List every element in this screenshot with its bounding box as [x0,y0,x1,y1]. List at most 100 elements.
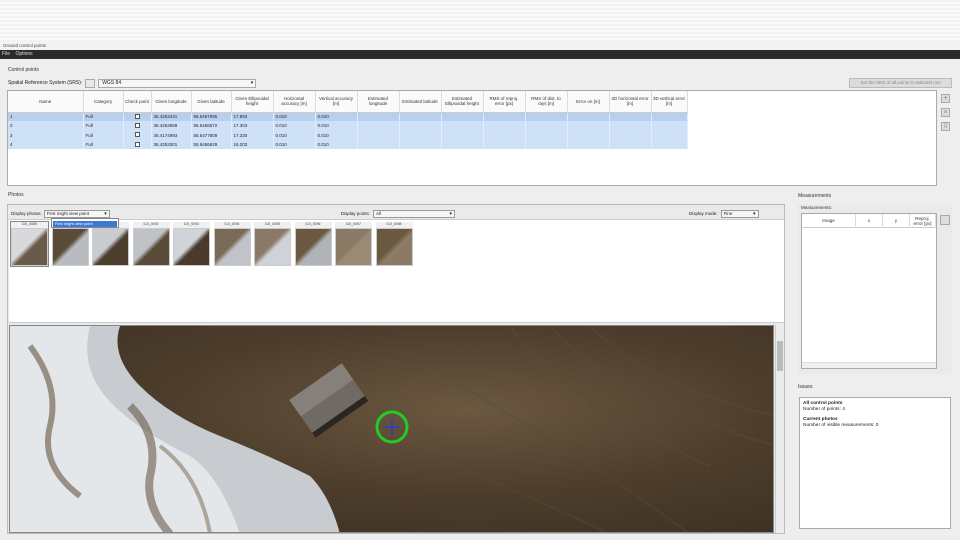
set-srs-button[interactable]: Set the SRS of all points in selected ro… [849,78,952,88]
srs-picker-button[interactable] [85,78,96,88]
cell-empty[interactable] [357,121,400,131]
table-row[interactable]: 3 Full 36.4174993 55.5477808 17.330 0.010 0.01… [8,130,688,140]
cell-empty[interactable] [441,130,484,140]
cell-hacc[interactable]: 0.010 [273,130,316,140]
photo-thumbnail[interactable]: DJI_0090 [51,222,89,266]
cell-check[interactable] [123,121,152,131]
cell-empty[interactable] [567,139,610,150]
cell-hacc[interactable]: 0.010 [273,121,316,131]
cell-name[interactable]: 1 [8,112,84,122]
checkpoint-checkbox[interactable] [134,132,140,138]
cell-check[interactable] [123,139,152,150]
cell-lon[interactable]: 36.4253301 [151,139,192,150]
cell-empty[interactable] [483,130,526,140]
cell-check[interactable] [123,130,152,140]
column-header[interactable]: Estimated latitude [399,91,442,113]
cell-lon[interactable]: 36.4253431 [151,112,192,122]
photo-thumbnail[interactable]: DJI_0095 [254,222,291,266]
cell-lon[interactable]: 36.4174993 [151,130,192,140]
column-header[interactable]: Vertical accuracy [m] [315,91,358,113]
photo-thumbnail[interactable]: DJI_0093 [173,222,210,266]
table-row[interactable]: 2 Full 36.4253659 55.5466572 17.303 0.010 0.01… [8,121,688,131]
display-mode-select[interactable]: Fine ▾ [720,209,759,218]
cell-empty[interactable] [651,112,688,122]
col-reproj[interactable]: Reproj. error [px] [910,213,936,228]
cell-empty[interactable] [357,112,400,122]
display-photos-select[interactable]: First might view point ▾ [43,209,110,218]
add-icon[interactable]: + [941,94,950,103]
photo-thumbnail[interactable]: DJI_0098 [375,222,413,266]
cell-empty[interactable] [567,121,610,131]
cell-h[interactable]: 17.893 [231,112,274,122]
column-header[interactable]: Category [83,91,124,113]
cell-empty[interactable] [609,112,652,122]
cell-vacc[interactable]: 0.010 [315,121,358,131]
cell-vacc[interactable]: 0.010 [315,139,358,150]
menu-file[interactable]: File [2,51,10,57]
column-header[interactable]: RMS of reproj. error [px] [483,91,526,113]
cell-category[interactable]: Full [83,130,124,140]
photo-viewer[interactable] [9,325,774,533]
cell-empty[interactable] [651,139,688,150]
cell-empty[interactable] [609,130,652,140]
cell-lat[interactable]: 55.5466572 [191,121,232,131]
table-row[interactable]: 4 Full 36.4253301 55.5466629 16.203 0.010 0.01… [8,139,688,150]
column-header[interactable]: Estimated Ellipsoidal height [441,91,484,113]
cell-empty[interactable] [483,121,526,131]
cell-empty[interactable] [525,139,568,150]
checkpoint-checkbox[interactable] [134,141,140,147]
menu-options[interactable]: Options [15,51,32,57]
cell-empty[interactable] [399,139,442,150]
table-row[interactable]: 1 Full 36.4253431 55.5457995 17.893 0.010 0.01… [8,112,688,122]
column-header[interactable]: Name [8,91,84,113]
cell-empty[interactable] [441,112,484,122]
cell-hacc[interactable]: 0.010 [273,112,316,122]
column-header[interactable]: Estimated longitude [357,91,400,113]
column-header[interactable]: Given longitude [151,91,192,113]
cell-empty[interactable] [525,112,568,122]
cell-lat[interactable]: 55.5466629 [191,139,232,150]
cell-empty[interactable] [399,112,442,122]
cell-empty[interactable] [651,130,688,140]
cell-empty[interactable] [483,139,526,150]
column-header[interactable]: Given latitude [191,91,232,113]
photo-thumbnail[interactable]: DJI_0091 [92,222,129,266]
column-header[interactable]: Horizontal accuracy [m] [273,91,316,113]
col-image[interactable]: Image [802,213,856,228]
cell-name[interactable]: 4 [8,139,84,150]
cell-h[interactable]: 16.203 [231,139,274,150]
cell-category[interactable]: Full [83,139,124,150]
column-header[interactable]: Check point [123,91,152,113]
photo-thumbnail[interactable]: DJI_0089 [10,221,49,267]
photo-thumbnail[interactable]: DJI_0097 [335,222,372,266]
cell-vacc[interactable]: 0.010 [315,130,358,140]
srs-select[interactable]: WGS 84 ▾ [98,78,257,88]
cell-empty[interactable] [399,121,442,131]
display-points-select[interactable]: All ▾ [373,209,456,218]
photo-thumbnail[interactable]: DJI_0096 [294,222,332,266]
cell-empty[interactable] [483,112,526,122]
cell-category[interactable]: Full [83,121,124,131]
cell-empty[interactable] [525,130,568,140]
cell-empty[interactable] [441,121,484,131]
cell-empty[interactable] [567,112,610,122]
cell-empty[interactable] [357,130,400,140]
column-header[interactable]: RMS of dist. to rays [m] [525,91,568,113]
cell-name[interactable]: 3 [8,130,84,140]
cell-empty[interactable] [567,130,610,140]
cell-empty[interactable] [399,130,442,140]
column-header[interactable]: 3D vertical error [m] [651,91,688,113]
cell-h[interactable]: 17.330 [231,130,274,140]
cell-lon[interactable]: 36.4253659 [151,121,192,131]
measurement-tool-icon[interactable] [940,215,950,225]
dropdown-option[interactable]: First might view point [53,221,117,227]
cell-lat[interactable]: 55.5477808 [191,130,232,140]
cell-check[interactable] [123,112,152,122]
cell-lat[interactable]: 55.5457995 [191,112,232,122]
column-header[interactable]: 3D horizontal error [m] [609,91,652,113]
photo-thumbnail[interactable]: DJI_0094 [213,222,251,266]
cell-empty[interactable] [441,139,484,150]
remove-icon[interactable]: × [941,108,950,117]
col-y[interactable]: y [883,213,910,228]
measurements-hscroll[interactable] [802,362,936,368]
